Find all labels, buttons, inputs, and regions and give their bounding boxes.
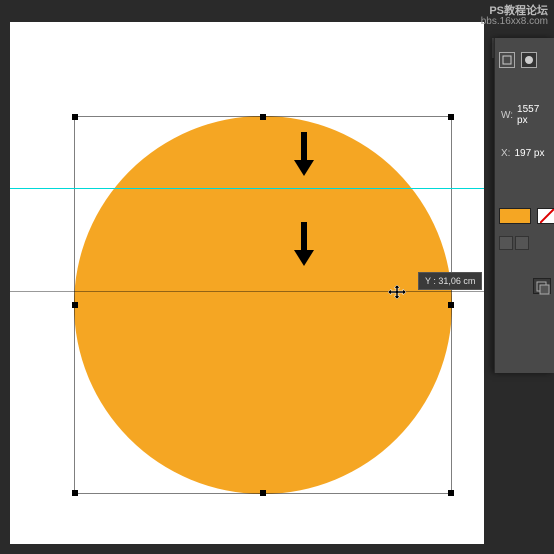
x-value[interactable]: 197 px	[514, 148, 544, 159]
fill-color-swatch[interactable]	[499, 208, 531, 224]
path-align-icon[interactable]	[499, 236, 513, 250]
resize-handle-left[interactable]	[72, 302, 78, 308]
guide-horizontal[interactable]	[10, 188, 484, 189]
shape-properties-icon[interactable]	[499, 52, 515, 68]
canvas[interactable]: Y : 31,06 cm	[10, 22, 484, 544]
resize-handle-bottom-left[interactable]	[72, 490, 78, 496]
width-row: W: 1557 px	[501, 104, 548, 126]
x-row: X: 197 px	[501, 148, 548, 159]
tooltip-text: Y : 31,06 cm	[425, 276, 475, 286]
x-label: X:	[501, 148, 510, 159]
down-arrow-icon	[290, 130, 318, 178]
resize-handle-bottom-right[interactable]	[448, 490, 454, 496]
width-value[interactable]: 1557 px	[517, 104, 548, 126]
path-operations	[499, 236, 529, 250]
path-arrange-icon[interactable]	[515, 236, 529, 250]
circle-icon	[524, 55, 534, 65]
move-cursor-icon	[388, 285, 406, 299]
properties-panel: W: 1557 px X: 197 px	[494, 38, 554, 373]
stroke-style-swatch[interactable]	[537, 208, 554, 224]
watermark-url: bbs.16xx8.com	[481, 16, 548, 27]
resize-handle-top[interactable]	[260, 114, 266, 120]
guide-dragging[interactable]	[10, 291, 484, 292]
width-label: W:	[501, 110, 513, 121]
rectangle-icon	[502, 55, 512, 65]
resize-handle-bottom[interactable]	[260, 490, 266, 496]
position-tooltip: Y : 31,06 cm	[418, 272, 482, 290]
resize-handle-top-right[interactable]	[448, 114, 454, 120]
down-arrow-icon	[290, 220, 318, 268]
panel-collapse-icon[interactable]	[533, 278, 551, 294]
mask-properties-icon[interactable]	[521, 52, 537, 68]
transform-bounding-box[interactable]	[74, 116, 452, 494]
resize-handle-right[interactable]	[448, 302, 454, 308]
resize-handle-top-left[interactable]	[72, 114, 78, 120]
stack-icon	[534, 279, 552, 295]
no-stroke-icon	[540, 209, 554, 223]
